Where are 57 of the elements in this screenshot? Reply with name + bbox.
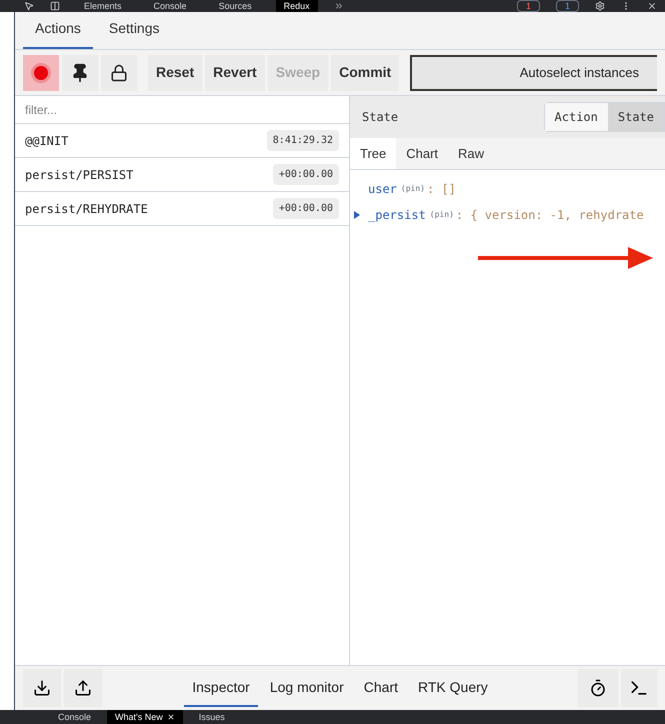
import-button[interactable] [23,669,61,707]
drawer-tab[interactable]: What's New [107,710,183,724]
close-icon[interactable] [647,1,657,11]
drawer-tab[interactable]: Issues [190,710,233,724]
tree-value: : { version: -1, rehydrate [456,207,644,224]
inspect-icon[interactable] [24,1,34,11]
more-tabs-icon[interactable] [334,1,344,11]
instance-select[interactable]: Autoselect instances [410,54,657,90]
mode-tab[interactable]: State [608,103,664,131]
devtools-tab[interactable]: Sources [210,0,260,12]
action-row[interactable]: @@INIT 8:41:29.32 [15,124,349,158]
action-time: +00:00.00 [272,164,339,185]
pin-button[interactable] [62,54,98,90]
device-icon[interactable] [50,1,60,11]
expand-arrow-icon[interactable] [354,211,360,219]
devtools-tab[interactable]: Elements [76,0,130,12]
view-tab[interactable]: Tree [350,138,396,169]
action-row[interactable]: persist/REHYDRATE +00:00.00 [15,192,349,226]
action-row[interactable]: persist/PERSIST +00:00.00 [15,158,349,192]
lock-button[interactable] [101,54,137,90]
terminal-button[interactable] [621,669,657,707]
close-icon[interactable] [166,713,175,721]
pin-label: (pin) [400,183,425,195]
tree-key: _persist [368,206,426,224]
drawer-tab[interactable]: Console [50,710,100,724]
monitor-tab[interactable]: Inspector [184,669,258,707]
monitor-tab[interactable]: Chart [356,669,406,707]
timer-icon [589,679,607,697]
panel-title: State [362,109,398,126]
toolbar-button[interactable]: Commit [331,54,400,90]
lock-icon [110,64,128,82]
view-tab[interactable]: Chart [396,138,448,169]
export-button[interactable] [64,669,102,707]
action-time: 8:41:29.32 [266,130,339,151]
action-name: persist/REHYDRATE [25,200,148,218]
record-icon [31,62,51,82]
view-tab[interactable]: Raw [448,138,494,169]
filter-field[interactable]: filter... [15,96,349,124]
toolbar-button[interactable]: Revert [205,54,265,90]
tab[interactable]: Settings [96,18,172,49]
action-name: @@INIT [25,132,68,150]
toolbar-button[interactable]: Reset [148,54,202,90]
monitor-tab[interactable]: RTK Query [410,669,496,707]
devtools-tab[interactable]: Console [146,0,195,12]
monitor-tab[interactable]: Log monitor [262,669,352,707]
tree-value: : [] [427,181,456,198]
dispatcher-button[interactable] [578,669,618,707]
action-time: +00:00.00 [272,198,339,219]
tree-key: user [368,180,397,198]
tab[interactable]: Actions [23,18,93,49]
action-name: persist/PERSIST [25,166,134,184]
download-icon [33,679,51,697]
upload-icon [74,679,92,697]
devtools-tab[interactable]: Redux [276,0,318,12]
pin-label: (pin) [430,209,454,221]
mode-tab[interactable]: Action [544,103,608,131]
settings-icon[interactable] [595,1,605,11]
